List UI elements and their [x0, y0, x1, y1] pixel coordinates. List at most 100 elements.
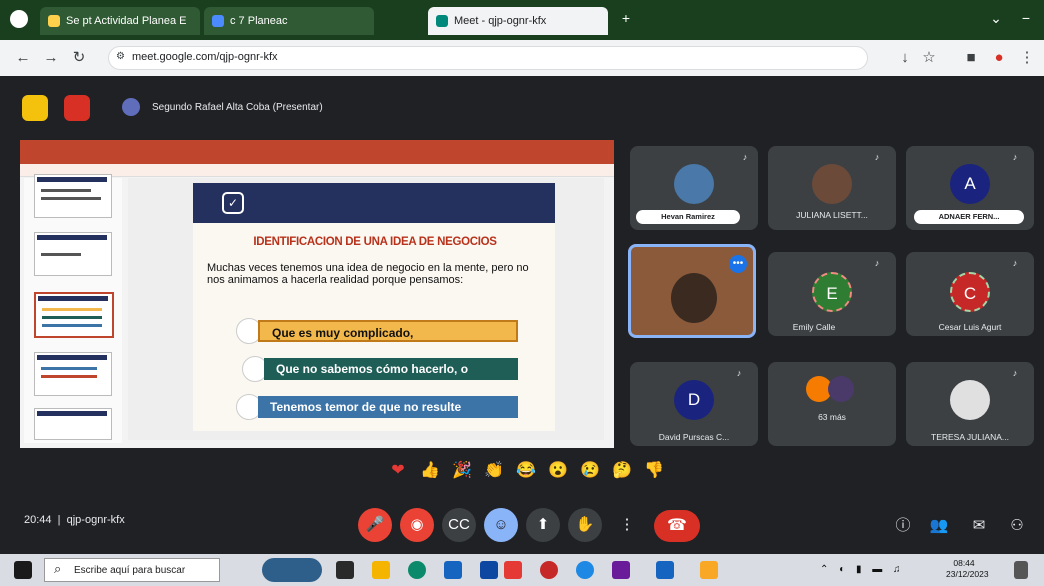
taskbar-clock[interactable]: 08:44 23/12/2023 — [946, 558, 989, 580]
reactions-button[interactable]: ☺ — [484, 508, 518, 542]
new-tab-icon[interactable]: + — [618, 10, 634, 26]
browser-menu-icon[interactable]: ⋮ — [1018, 49, 1036, 67]
reaction-sad-icon[interactable]: 😢 — [580, 461, 600, 481]
window-minimize-icon[interactable]: − — [1018, 10, 1034, 26]
system-tray-icons[interactable]: ⌃ ◐ ▮ ▬ ♫ — [820, 564, 930, 576]
taskbar-search-placeholder: Escribe aquí para buscar — [74, 565, 186, 576]
participant-video-tile[interactable]: ••• — [628, 244, 756, 338]
presenter-label: Segundo Rafael Alta Coba (Presentar) — [152, 102, 323, 113]
more-options-icon[interactable]: ••• — [729, 255, 747, 273]
app-icon[interactable] — [700, 561, 718, 579]
file-explorer-icon[interactable] — [372, 561, 390, 579]
tab-search-icon[interactable]: ⌄ — [988, 10, 1004, 26]
reaction-heart-icon[interactable]: ❤ — [388, 461, 408, 481]
browser-tab[interactable]: Se pt Actividad Planea E — [40, 7, 200, 35]
meet-favicon-icon — [436, 15, 448, 27]
participant-tile[interactable]: E ♪ Emily Calle — [768, 252, 896, 336]
slide-item: Tenemos temor de que no resulte — [258, 396, 518, 418]
mic-off-icon: ♪ — [874, 258, 880, 268]
more-options-button[interactable]: ⋮ — [610, 508, 644, 542]
extension-icon[interactable]: ■ — [962, 49, 980, 67]
download-icon[interactable]: ↓ — [896, 49, 914, 67]
edge-icon[interactable] — [408, 561, 426, 579]
tab-label: Meet - qjp-ognr-kfx — [454, 15, 547, 27]
people-icon[interactable]: 👥 — [928, 515, 950, 537]
slide-thumbnail — [34, 352, 112, 396]
participant-avatar: A — [950, 164, 990, 204]
slide-item: Que no sabemos cómo hacerlo, o — [264, 358, 518, 380]
windows-start-icon[interactable] — [14, 561, 32, 579]
present-button[interactable]: ⬆ — [526, 508, 560, 542]
browser-tab-active[interactable]: Meet - qjp-ognr-kfx — [428, 7, 608, 35]
search-icon: ⌕ — [54, 561, 62, 576]
reaction-clap-icon[interactable]: 👏 — [484, 461, 504, 481]
participant-avatar — [674, 164, 714, 204]
participant-tile[interactable]: D ♪ David Purscas C... — [630, 362, 758, 446]
browser-menu-icon[interactable] — [10, 10, 28, 28]
video-feed — [671, 273, 717, 323]
participant-tile[interactable]: ♪ TERESA JULIANA... — [906, 362, 1034, 446]
captions-button[interactable]: CC — [442, 508, 476, 542]
slide-thumbnail — [34, 232, 112, 276]
record-icon[interactable] — [64, 95, 90, 121]
site-info-icon[interactable]: ⚙ — [116, 51, 126, 63]
participant-tile[interactable]: C ♪ Cesar Luis Agurt — [906, 252, 1034, 336]
tab-favicon-icon — [48, 15, 60, 27]
meeting-time-code: 20:44 | qjp-ognr-kfx — [24, 514, 125, 526]
mail-icon[interactable] — [480, 561, 498, 579]
url-text[interactable]: meet.google.com/qjp-ognr-kfx — [132, 51, 278, 63]
activities-icon[interactable]: ⚇ — [1006, 515, 1028, 537]
participant-avatar — [950, 380, 990, 420]
word-icon[interactable] — [656, 561, 674, 579]
chat-icon[interactable]: ✉ — [968, 515, 990, 537]
store-icon[interactable] — [444, 561, 462, 579]
slide-item-text: Tenemos temor de que no resulte — [270, 400, 462, 414]
reaction-thinking-icon[interactable]: 🤔 — [612, 461, 632, 481]
reaction-surprised-icon[interactable]: 😮 — [548, 461, 568, 481]
participant-tile[interactable]: ♪ JULIANA LISETT... — [768, 146, 896, 230]
mic-off-icon: ♪ — [1012, 258, 1018, 268]
tab-label: Se pt Actividad Planea E — [66, 15, 187, 27]
info-icon[interactable]: ⓘ — [892, 515, 914, 537]
shield-logo-icon: ✓ — [222, 192, 244, 214]
mic-off-icon: ♪ — [874, 152, 880, 162]
app-icon[interactable] — [576, 561, 594, 579]
notifications-icon[interactable] — [1014, 561, 1028, 579]
more-participants-tile[interactable]: 63 más — [768, 362, 896, 446]
presenter-avatar-icon — [122, 98, 140, 116]
slide-item-text: Que no sabemos cómo hacerlo, o — [276, 362, 469, 376]
mic-off-icon: ♪ — [736, 368, 742, 378]
reload-icon[interactable]: ↻ — [70, 49, 88, 67]
reaction-thumbs-down-icon[interactable]: 👎 — [644, 461, 664, 481]
slide-item: Que es muy complicado, — [258, 320, 518, 342]
mic-off-icon: ♪ — [1012, 368, 1018, 378]
participant-avatar — [828, 376, 854, 402]
participant-name: Cesar Luis Agurt — [938, 322, 1002, 332]
app-icon[interactable] — [612, 561, 630, 579]
slide-thumbnail — [34, 408, 112, 440]
task-view-icon[interactable] — [336, 561, 354, 579]
participant-avatar — [812, 164, 852, 204]
app-icon[interactable] — [504, 561, 522, 579]
chrome-icon[interactable] — [540, 561, 558, 579]
forward-icon[interactable]: → — [42, 49, 60, 67]
bookmark-star-icon[interactable]: ☆ — [920, 49, 938, 67]
tab-favicon-icon — [212, 15, 224, 27]
camera-toggle-button[interactable]: ◉ — [400, 508, 434, 542]
participant-avatar: D — [674, 380, 714, 420]
leave-call-button[interactable]: ☎ — [654, 510, 700, 542]
slide-title: IDENTIFICACION DE UNA IDEA DE NEGOCIOS — [253, 236, 497, 248]
back-icon[interactable]: ← — [14, 49, 32, 67]
reaction-thumbs-up-icon[interactable]: 👍 — [420, 461, 440, 481]
weather-widget-icon[interactable] — [262, 558, 322, 582]
participant-name: JULIANA LISETT... — [796, 210, 868, 220]
raise-hand-button[interactable]: ✋ — [568, 508, 602, 542]
mic-off-icon: ♪ — [742, 152, 748, 162]
profile-icon[interactable]: ● — [990, 49, 1008, 67]
participant-name-chip: Hevan Ramirez — [636, 210, 740, 224]
mic-toggle-button[interactable]: 🎤 — [358, 508, 392, 542]
browser-tab[interactable]: c 7 Planeac — [204, 7, 374, 35]
reaction-laugh-icon[interactable]: 😂 — [516, 461, 536, 481]
reaction-party-icon[interactable]: 🎉 — [452, 461, 472, 481]
presentation-icon[interactable] — [22, 95, 48, 121]
